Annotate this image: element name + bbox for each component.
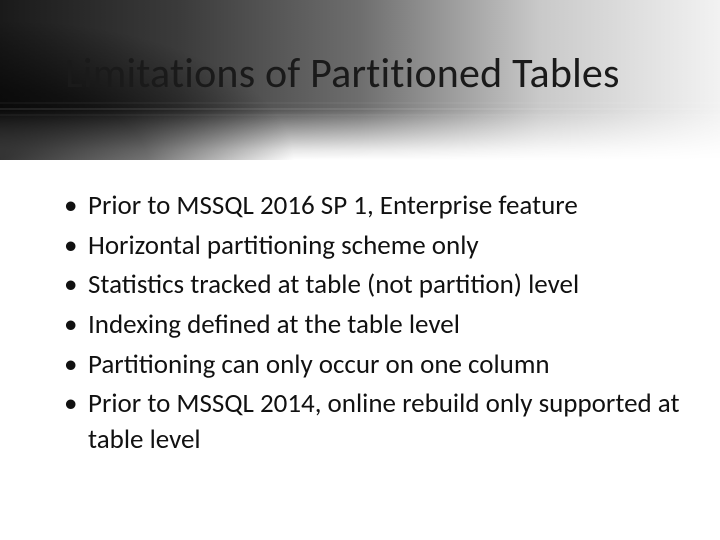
list-item: Prior to MSSQL 2014, online rebuild only… (58, 386, 680, 457)
list-item-text: Prior to MSSQL 2016 SP 1, Enterprise fea… (88, 189, 578, 222)
slide-title: Limitations of Partitioned Tables (65, 48, 680, 99)
bullet-list: Prior to MSSQL 2016 SP 1, Enterprise fea… (58, 188, 680, 457)
list-item: Prior to MSSQL 2016 SP 1, Enterprise fea… (58, 188, 680, 224)
list-item-text: Partitioning can only occur on one colum… (88, 348, 550, 381)
list-item: Statistics tracked at table (not partiti… (58, 267, 680, 303)
list-item-text: Horizontal partitioning scheme only (88, 229, 479, 262)
list-item-text: Prior to MSSQL 2014, online rebuild only… (88, 387, 680, 456)
list-item: Horizontal partitioning scheme only (58, 228, 680, 264)
list-item: Indexing defined at the table level (58, 307, 680, 343)
slide: Limitations of Partitioned Tables Prior … (0, 0, 720, 540)
list-item: Partitioning can only occur on one colum… (58, 347, 680, 383)
slide-content: Prior to MSSQL 2016 SP 1, Enterprise fea… (58, 188, 680, 461)
list-item-text: Statistics tracked at table (not partiti… (88, 268, 579, 301)
list-item-text: Indexing defined at the table level (88, 308, 460, 341)
